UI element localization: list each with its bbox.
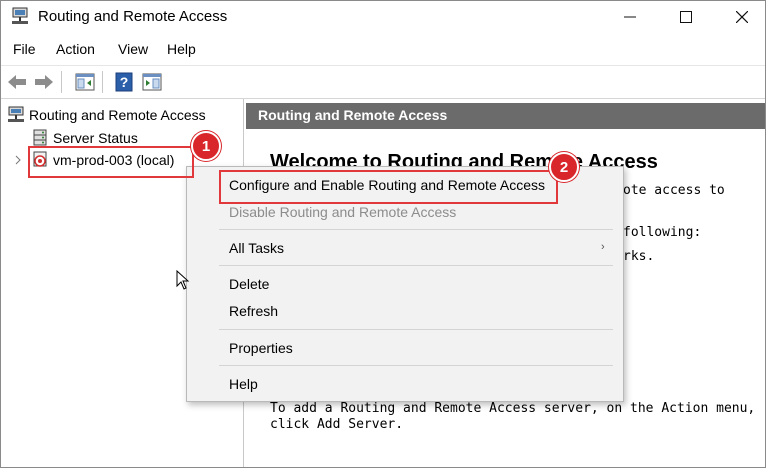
show-hide-console-tree-button[interactable] [74,71,96,93]
ctx-help[interactable]: Help [229,376,258,392]
tree-item-server-status-label: Server Status [53,130,138,146]
menu-separator [219,365,613,366]
server-status-icon [33,129,47,146]
forward-arrow-icon [35,75,53,89]
close-icon [736,11,748,23]
menu-separator [219,329,613,330]
show-hide-console-tree-icon [75,73,95,91]
rras-root-icon [8,106,24,122]
tree-item-root[interactable]: Routing and Remote Access [7,104,206,126]
maximize-button[interactable] [663,1,709,33]
toolbar-separator [102,71,103,93]
callout-badge-1: 1 [191,131,221,161]
callout-box-2 [219,170,558,204]
callout-box-1 [28,146,194,178]
show-hide-action-pane-button[interactable] [141,71,163,93]
app-window: Routing and Remote Access File Action Vi… [0,0,766,468]
help-button[interactable]: ? [113,71,135,93]
menu-separator [219,265,613,266]
back-button[interactable] [6,71,28,93]
details-header-title: Routing and Remote Access [258,107,448,123]
toolbar-separator [61,71,62,93]
menu-separator [219,229,613,230]
chevron-right-icon[interactable] [13,155,23,165]
back-arrow-icon [8,75,26,89]
ctx-properties[interactable]: Properties [229,340,293,356]
ctx-disable: Disable Routing and Remote Access [229,204,457,220]
welcome-line-1: ote access to [623,183,725,198]
window-title: Routing and Remote Access [38,8,228,25]
svg-text:?: ? [120,74,129,90]
help-icon: ? [115,72,133,92]
close-button[interactable] [719,1,765,33]
rras-app-icon [12,7,28,24]
forward-button[interactable] [33,71,55,93]
maximize-icon [680,11,692,23]
ctx-delete[interactable]: Delete [229,276,269,292]
ctx-refresh[interactable]: Refresh [229,303,278,319]
welcome-line-3: rks. [623,249,655,264]
details-header: Routing and Remote Access [246,103,765,129]
tree-item-root-label: Routing and Remote Access [29,107,206,123]
minimize-icon [624,16,636,18]
toolbar: ? [1,65,765,99]
menu-file[interactable]: File [13,41,36,57]
minimize-button[interactable] [607,1,653,33]
show-hide-action-pane-icon [142,73,162,91]
welcome-line-2: following: [623,225,702,240]
mouse-cursor-icon [176,270,190,290]
menu-view[interactable]: View [118,41,148,57]
submenu-arrow-icon: › [601,241,605,253]
ctx-all-tasks[interactable]: All Tasks [229,240,284,256]
menu-help[interactable]: Help [167,41,196,57]
menu-bar: File Action View Help [1,39,765,63]
title-bar[interactable]: Routing and Remote Access [1,1,765,33]
add-server-instructions-2: click Add Server. [270,417,404,432]
add-server-instructions-1: To add a Routing and Remote Access serve… [270,401,756,416]
callout-badge-2: 2 [549,152,579,182]
menu-action[interactable]: Action [56,41,95,57]
